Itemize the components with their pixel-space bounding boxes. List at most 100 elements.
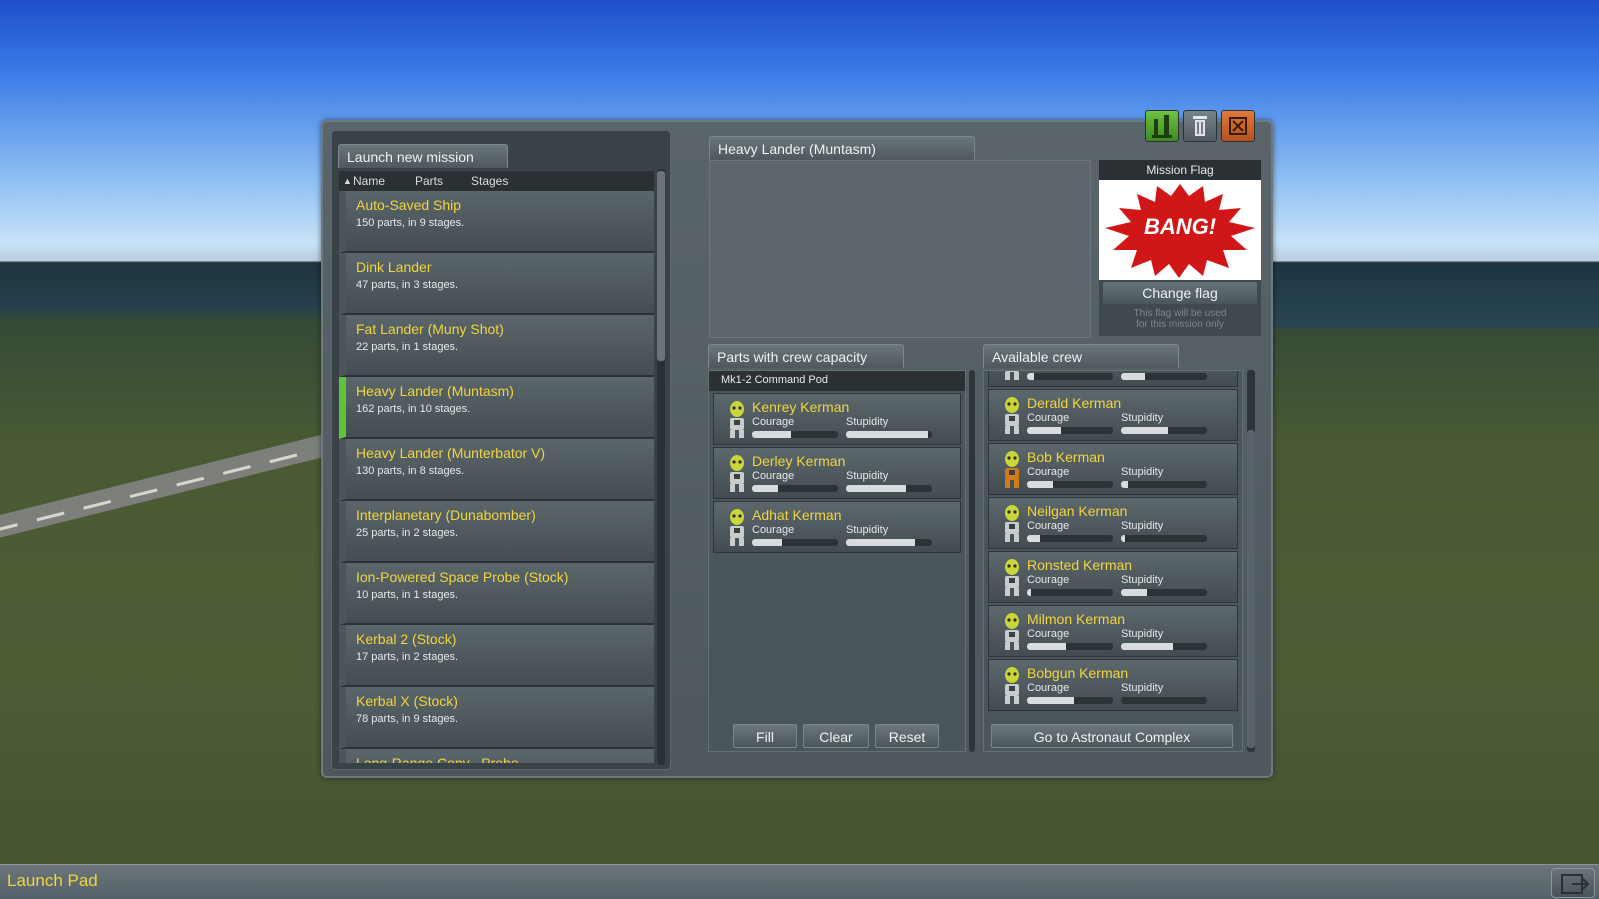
ship-info: 162 parts, in 10 stages. <box>356 403 471 415</box>
crew-parts-scrollbar[interactable] <box>969 370 975 752</box>
delete-button[interactable] <box>1183 110 1217 142</box>
courage-bar-fill <box>752 539 783 546</box>
flag-text: BANG! <box>1143 214 1217 239</box>
stupidity-label: Stupidity <box>846 470 889 482</box>
stupidity-bar-fill <box>846 539 915 546</box>
ship-info: 47 parts, in 3 stages. <box>356 279 459 291</box>
ship-name: Ion-Powered Space Probe (Stock) <box>356 569 569 585</box>
crew-name: Ronsted Kerman <box>1027 557 1133 573</box>
crew-card[interactable]: Bob Kerman Courage Stupidity <box>988 443 1238 495</box>
vessel-description-area <box>709 160 1091 338</box>
kerbal-icon <box>730 509 744 546</box>
ship-list-item[interactable]: Dink Lander 47 parts, in 3 stages. <box>339 253 654 315</box>
flag-note-line1: This flag will be used <box>1133 308 1227 319</box>
stupidity-label: Stupidity <box>1121 628 1164 640</box>
stupidity-label: Stupidity <box>846 416 889 428</box>
close-button[interactable] <box>1221 110 1255 142</box>
courage-bar <box>1027 697 1113 704</box>
exit-button[interactable] <box>1551 868 1595 898</box>
crew-name: Derald Kerman <box>1027 395 1122 411</box>
ship-list-item[interactable]: Heavy Lander (Munterbator V) 130 parts, i… <box>339 439 654 501</box>
ship-list-item[interactable]: Kerbal 2 (Stock) 17 parts, in 2 stages. <box>339 625 654 687</box>
ship-list-scroll-thumb[interactable] <box>657 171 665 361</box>
ship-list: Auto-Saved Ship 150 parts, in 9 stages. Di… <box>339 191 654 763</box>
stupidity-bar <box>1121 589 1207 596</box>
stupidity-label: Stupidity <box>1121 574 1164 586</box>
ship-info: 150 parts, in 9 stages. <box>356 217 465 229</box>
stupidity-label: Stupidity <box>1121 412 1164 424</box>
ship-info: 10 parts, in 1 stages. <box>356 589 459 601</box>
courage-bar-fill <box>1027 535 1040 542</box>
available-crew-scrollbar[interactable] <box>1247 370 1255 752</box>
sort-arrow-icon[interactable]: ▲ <box>339 176 353 186</box>
courage-bar <box>1027 481 1113 488</box>
ship-name: Kerbal 2 (Stock) <box>356 631 457 647</box>
courage-bar-fill <box>1027 589 1032 596</box>
ocean-background <box>1250 268 1599 328</box>
column-stages[interactable]: Stages <box>471 174 508 188</box>
ship-list-item[interactable]: Ion-Powered Space Probe (Stock) 10 parts,… <box>339 563 654 625</box>
courage-bar <box>752 431 838 438</box>
crew-card[interactable]: Milmon Kerman Courage Stupidity <box>988 605 1238 657</box>
courage-bar-fill <box>752 431 791 438</box>
crew-card[interactable]: Tomfort KermanCourageStupidity <box>988 371 1238 387</box>
crew-card[interactable]: Bobgun Kerman Courage Stupidity <box>988 659 1238 711</box>
exit-arrow-icon <box>1561 874 1590 894</box>
ship-name: Kerbal X (Stock) <box>356 693 458 709</box>
reset-button[interactable]: Reset <box>875 724 939 748</box>
available-crew-scroll-thumb[interactable] <box>1247 430 1255 748</box>
assigned-crew-list: Kenrey Kerman Courage Stupidity Derley Kerm… <box>709 393 965 553</box>
kerbal-icon <box>1005 667 1019 704</box>
launch-icon <box>1152 115 1172 138</box>
ship-list-item[interactable]: Kerbal X (Stock) 78 parts, in 9 stages. <box>339 687 654 749</box>
crew-card[interactable]: Derald Kerman Courage Stupidity <box>988 389 1238 441</box>
crew-name: Adhat Kerman <box>752 507 842 523</box>
stupidity-bar <box>1121 697 1207 704</box>
stupidity-bar-fill <box>846 485 907 492</box>
courage-label: Courage <box>1027 520 1070 532</box>
ship-list-item[interactable]: Fat Lander (Muny Shot) 22 parts, in 1 sta… <box>339 315 654 377</box>
courage-label: Courage <box>1027 412 1070 424</box>
courage-bar <box>1027 535 1113 542</box>
ship-list-item[interactable]: Auto-Saved Ship 150 parts, in 9 stages. <box>339 191 654 253</box>
crew-card[interactable]: Kenrey Kerman Courage Stupidity <box>713 393 961 445</box>
change-flag-button[interactable]: Change flag <box>1103 282 1257 304</box>
ship-name: Auto-Saved Ship <box>356 197 462 213</box>
crew-parts-panel: Mk1-2 Command Pod Kenrey Kerman Courage St… <box>708 370 966 752</box>
column-name[interactable]: Name <box>353 174 415 188</box>
crew-card[interactable]: Derley Kerman Courage Stupidity <box>713 447 961 499</box>
vessel-selection-dialog: Launch new mission ▲ Name Parts Stages A… <box>321 110 1273 778</box>
courage-bar-fill <box>752 485 778 492</box>
stupidity-bar <box>1121 373 1207 380</box>
vessel-title-tab: Heavy Lander (Muntasm) <box>709 136 975 160</box>
kerbal-icon <box>1005 559 1019 596</box>
kerbal-icon <box>1005 451 1019 488</box>
available-crew-list: Tomfort KermanCourageStupidity Derald Ker… <box>984 371 1242 711</box>
stupidity-bar-fill <box>1121 481 1128 488</box>
ship-list-scrollbar[interactable] <box>657 169 665 765</box>
mission-flag-title: Mission Flag <box>1099 160 1261 180</box>
go-to-astronaut-complex-button[interactable]: Go to Astronaut Complex <box>991 724 1233 748</box>
crew-card[interactable]: Ronsted Kerman Courage Stupidity <box>988 551 1238 603</box>
crew-card[interactable]: Neilgan Kerman Courage Stupidity <box>988 497 1238 549</box>
stupidity-bar <box>846 539 932 546</box>
command-pod-header: Mk1-2 Command Pod <box>709 371 965 391</box>
ship-info: 17 parts, in 2 stages. <box>356 651 459 663</box>
crew-card[interactable]: Adhat Kerman Courage Stupidity <box>713 501 961 553</box>
ship-name: Heavy Lander (Munterbator V) <box>356 445 546 461</box>
ship-list-item[interactable]: Long-Range Conv_ Probe <box>339 749 654 763</box>
fill-button[interactable]: Fill <box>733 724 797 748</box>
ship-info: 130 parts, in 8 stages. <box>356 465 465 477</box>
ship-list-panel: Launch new mission ▲ Name Parts Stages A… <box>331 130 671 770</box>
launch-button[interactable] <box>1145 110 1179 142</box>
stupidity-label: Stupidity <box>1121 520 1164 532</box>
ship-list-item[interactable]: Heavy Lander (Muntasm) 162 parts, in 10 s… <box>339 377 654 439</box>
stupidity-bar <box>1121 481 1207 488</box>
flag-note-line2: for this mission only <box>1136 319 1224 330</box>
ship-list-item[interactable]: Interplanetary (Dunabomber) 25 parts, in … <box>339 501 654 563</box>
courage-label: Courage <box>752 524 795 536</box>
courage-bar <box>1027 589 1113 596</box>
stupidity-bar <box>846 431 932 438</box>
clear-button[interactable]: Clear <box>803 724 869 748</box>
column-parts[interactable]: Parts <box>415 174 471 188</box>
